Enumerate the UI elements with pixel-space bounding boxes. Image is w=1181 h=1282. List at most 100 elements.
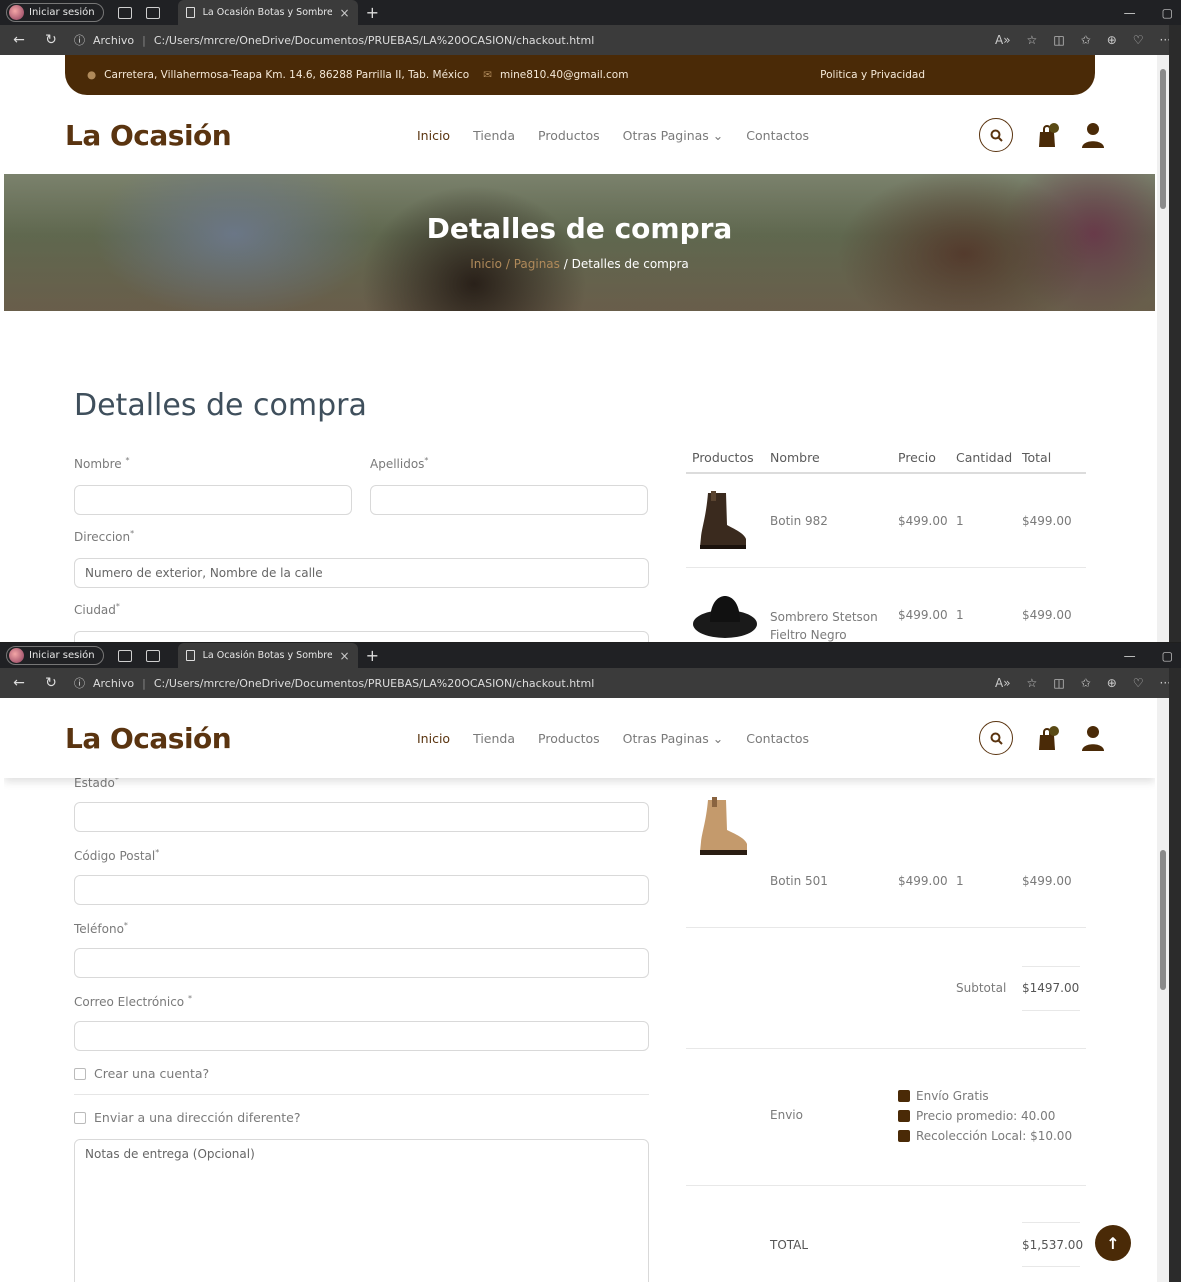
- new-tab-button[interactable]: +: [366, 646, 379, 665]
- menu-item-inicio[interactable]: Inicio: [417, 731, 450, 746]
- browser-essentials-icon[interactable]: ♡: [1133, 676, 1144, 690]
- shopping-bag-icon[interactable]: [1035, 726, 1059, 750]
- workspaces-icon[interactable]: [117, 649, 132, 662]
- page-scrollbar[interactable]: [1157, 55, 1169, 642]
- url-field[interactable]: ⓘ Archivo | C:/Users/mrcre/OneDrive/Docu…: [74, 675, 981, 691]
- col-header-precio: Precio: [898, 450, 936, 465]
- topbar-email[interactable]: mine810.40@gmail.com: [500, 69, 628, 81]
- browser-tab[interactable]: La Ocasión Botas y Sombreros ×: [177, 0, 358, 25]
- menu-item-otras-paginas[interactable]: Otras Paginas ⌄: [623, 731, 724, 746]
- radio-square[interactable]: [898, 1130, 910, 1142]
- refresh-icon[interactable]: ↻: [42, 32, 60, 48]
- apellidos-label-text: Apellidos: [370, 457, 425, 471]
- crear-cuenta-checkbox[interactable]: Crear una cuenta?: [74, 1066, 209, 1081]
- search-icon[interactable]: [979, 721, 1013, 755]
- crear-cuenta-label: Crear una cuenta?: [94, 1066, 210, 1081]
- maximize-icon[interactable]: ▢: [1162, 649, 1173, 663]
- col-header-cantidad: Cantidad: [956, 450, 1013, 465]
- ciudad-input[interactable]: [74, 631, 649, 642]
- favorite-star-icon[interactable]: ☆: [1027, 33, 1038, 47]
- menu-item-productos[interactable]: Productos: [538, 731, 600, 746]
- menu-item-contactos[interactable]: Contactos: [746, 731, 809, 746]
- item-total: $499.00: [1022, 874, 1072, 888]
- correo-input[interactable]: [74, 1021, 649, 1051]
- notas-textarea[interactable]: Notas de entrega (Opcional): [74, 1139, 649, 1282]
- user-icon[interactable]: [1081, 122, 1105, 148]
- split-screen-icon[interactable]: ◫: [1053, 676, 1064, 690]
- shipping-option-gratis[interactable]: Envío Gratis: [898, 1089, 989, 1103]
- breadcrumb-home[interactable]: Inicio: [470, 257, 502, 271]
- read-aloud-icon[interactable]: A»: [995, 33, 1011, 47]
- direccion-input[interactable]: Numero de exterior, Nombre de la calle: [74, 558, 649, 588]
- profile-button[interactable]: Iniciar sesión: [6, 3, 104, 22]
- minimize-icon[interactable]: —: [1124, 649, 1136, 663]
- col-header-total: Total: [1022, 450, 1052, 465]
- user-icon[interactable]: [1081, 725, 1105, 751]
- radio-square[interactable]: [898, 1110, 910, 1122]
- menu-item-productos[interactable]: Productos: [538, 128, 600, 143]
- policy-link[interactable]: Politica y Privacidad: [820, 69, 925, 81]
- workspaces-icon[interactable]: [117, 6, 132, 19]
- shipping-option-promedio[interactable]: Precio promedio: 40.00: [898, 1109, 1055, 1123]
- menu-item-inicio[interactable]: Inicio: [417, 128, 450, 143]
- page-title: Detalles de compra: [74, 388, 367, 423]
- back-icon[interactable]: ←: [10, 675, 28, 691]
- radio-square[interactable]: [898, 1090, 910, 1102]
- menu-item-contactos[interactable]: Contactos: [746, 128, 809, 143]
- collections-icon[interactable]: ⊕: [1107, 676, 1117, 690]
- hat-black-image: [693, 596, 757, 638]
- apellidos-input[interactable]: [370, 485, 648, 515]
- maximize-icon[interactable]: ▢: [1162, 6, 1173, 20]
- site-logo[interactable]: La Ocasión: [65, 119, 232, 152]
- browser-window-top: Iniciar sesión La Ocasión Botas y Sombre…: [0, 0, 1181, 642]
- browser-essentials-icon[interactable]: ♡: [1133, 33, 1144, 47]
- nombre-label: Nombre *: [74, 456, 130, 471]
- estado-input[interactable]: [74, 802, 649, 832]
- scrollbar-thumb[interactable]: [1160, 850, 1166, 990]
- favorites-icon[interactable]: ✩: [1081, 676, 1091, 690]
- tab-title: La Ocasión Botas y Sombreros: [202, 650, 332, 661]
- codigo-postal-input[interactable]: [74, 875, 649, 905]
- refresh-icon[interactable]: ↻: [42, 675, 60, 691]
- browser-tab[interactable]: La Ocasión Botas y Sombreros ×: [177, 643, 358, 668]
- new-tab-button[interactable]: +: [366, 3, 379, 22]
- page-scrollbar[interactable]: [1157, 698, 1169, 1282]
- search-icon[interactable]: [979, 118, 1013, 152]
- required-mark: *: [125, 456, 130, 465]
- checkbox-box[interactable]: [74, 1067, 86, 1080]
- item-price: $499.00: [898, 514, 948, 528]
- tab-actions-icon[interactable]: [145, 649, 160, 662]
- scrollbar-thumb[interactable]: [1160, 69, 1166, 209]
- ciudad-label-text: Ciudad: [74, 603, 116, 617]
- collections-icon[interactable]: ⊕: [1107, 33, 1117, 47]
- arrow-up-icon: ↑: [1106, 1233, 1120, 1253]
- minimize-icon[interactable]: —: [1124, 6, 1136, 20]
- shipping-option-local[interactable]: Recolección Local: $10.00: [898, 1129, 1072, 1143]
- split-screen-icon[interactable]: ◫: [1053, 33, 1064, 47]
- menu-item-tienda[interactable]: Tienda: [473, 128, 515, 143]
- checkbox-box[interactable]: [74, 1111, 86, 1124]
- profile-button[interactable]: Iniciar sesión: [6, 646, 104, 665]
- breadcrumb-pages[interactable]: Paginas: [514, 257, 560, 271]
- back-icon[interactable]: ←: [10, 32, 28, 48]
- read-aloud-icon[interactable]: A»: [995, 676, 1011, 690]
- tab-actions-icon[interactable]: [145, 6, 160, 19]
- close-tab-icon[interactable]: ×: [340, 649, 350, 663]
- col-header-productos: Productos: [692, 450, 754, 465]
- estado-label-text: Estado: [74, 776, 115, 790]
- favorite-star-icon[interactable]: ☆: [1027, 676, 1038, 690]
- back-to-top-button[interactable]: ↑: [1095, 1225, 1131, 1261]
- menu-item-otras-paginas[interactable]: Otras Paginas ⌄: [623, 128, 724, 143]
- breadcrumb-current: Detalles de compra: [571, 257, 689, 271]
- menu-item-tienda[interactable]: Tienda: [473, 731, 515, 746]
- favorites-icon[interactable]: ✩: [1081, 33, 1091, 47]
- nombre-input[interactable]: [74, 485, 352, 515]
- enviar-diferente-checkbox[interactable]: Enviar a una dirección diferente?: [74, 1110, 301, 1125]
- close-tab-icon[interactable]: ×: [340, 6, 350, 20]
- shopping-bag-icon[interactable]: [1035, 123, 1059, 147]
- page-viewport: ● Carretera, Villahermosa-Teapa Km. 14.6…: [4, 55, 1155, 642]
- telefono-input[interactable]: [74, 948, 649, 978]
- menu-item-otras-paginas-label: Otras Paginas: [622, 730, 709, 746]
- url-field[interactable]: ⓘ Archivo | C:/Users/mrcre/OneDrive/Docu…: [74, 32, 981, 48]
- site-logo[interactable]: La Ocasión: [65, 722, 232, 755]
